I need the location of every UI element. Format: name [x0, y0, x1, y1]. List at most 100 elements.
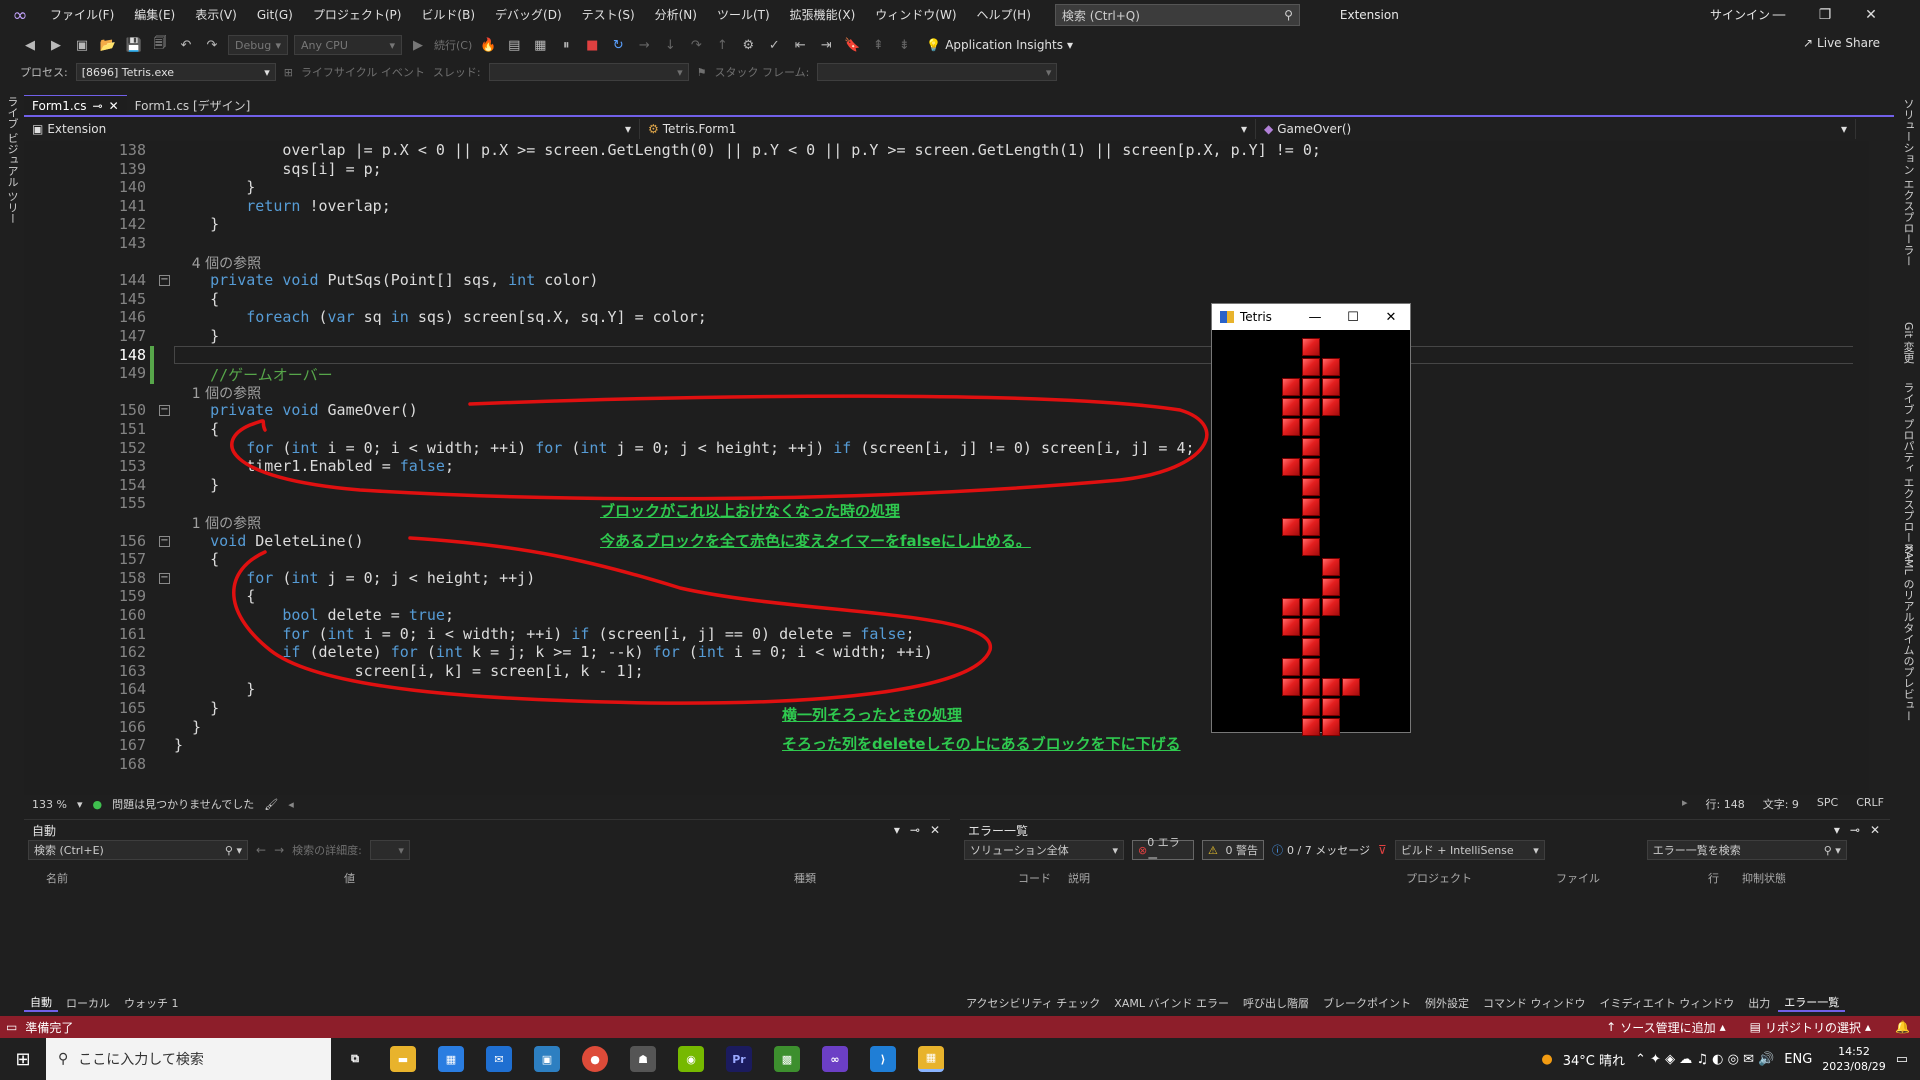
step-icon[interactable]: → [634, 35, 654, 55]
col-code[interactable]: コード [1018, 870, 1051, 886]
code-editor[interactable]: 138 139 140 141 142 143 144 − 145 146 147 148 149 150… [24, 141, 1869, 795]
menu-item[interactable]: ヘルプ(H) [967, 0, 1041, 30]
restore-icon[interactable]: ❐ [1802, 0, 1848, 30]
tetris-maximize-icon[interactable]: ☐ [1334, 304, 1372, 330]
tab-form1-cs[interactable]: Form1.cs ⊸ ✕ [24, 95, 127, 115]
panel-close-icon[interactable]: ✕ [1870, 823, 1880, 837]
bottom-tab[interactable]: 例外設定 [1419, 995, 1475, 1011]
bottom-tab[interactable]: コマンド ウィンドウ [1477, 995, 1592, 1011]
member-select[interactable]: ◆ GameOver() ▾ [1256, 119, 1856, 139]
menu-item[interactable]: 編集(E) [124, 0, 185, 30]
select-repository-button[interactable]: ▤ リポジトリの選択 ▴ [1750, 1019, 1871, 1036]
solution-explorer-tab[interactable]: ソリューション エクスプローラー [1900, 98, 1916, 267]
config-select[interactable]: Debug ▾ [228, 35, 288, 55]
reference-count[interactable]: 1 個の参照 [174, 513, 261, 533]
game-icon[interactable]: ☗ [630, 1046, 656, 1072]
menu-item[interactable]: 分析(N) [645, 0, 707, 30]
pin-icon[interactable]: ⊸ [93, 99, 103, 113]
diagnostics-icon[interactable]: ⚙ [738, 35, 758, 55]
git-changes-tab[interactable]: Git 変更 [1900, 322, 1916, 363]
step-out-icon[interactable]: ↑ [712, 35, 732, 55]
output-icon[interactable]: ▭ [6, 1020, 17, 1034]
tetris-board[interactable] [1212, 330, 1410, 736]
pause-icon[interactable]: ⏸ [556, 35, 576, 55]
task-view-icon[interactable]: ⧉ [342, 1046, 368, 1072]
menu-item[interactable]: 拡張機能(X) [780, 0, 866, 30]
hot-reload-icon[interactable]: 🔥 [478, 35, 498, 55]
save-icon[interactable]: 💾 [124, 35, 144, 55]
bottom-tab[interactable]: エラー一覧 [1778, 994, 1846, 1012]
tetris-window[interactable]: Tetris — ☐ ✕ [1211, 303, 1411, 736]
language-indicator[interactable]: ENG [1784, 1052, 1812, 1067]
new-project-icon[interactable]: ▣ [72, 35, 92, 55]
undo-icon[interactable]: ↶ [176, 35, 196, 55]
uncomment-icon[interactable]: ⇥ [816, 35, 836, 55]
visual-studio-icon[interactable]: ∞ [822, 1046, 848, 1072]
platform-select[interactable]: Any CPU ▾ [294, 35, 402, 55]
xaml-preview-tab[interactable]: XAML のリアルタイムのプレビュー [1900, 544, 1916, 721]
panel-menu-icon[interactable]: ▾ [1834, 823, 1840, 837]
tab-watch1[interactable]: ウォッチ 1 [118, 995, 185, 1011]
browser-link-icon[interactable]: ▤ [504, 35, 524, 55]
bottom-tab[interactable]: 呼び出し階層 [1237, 995, 1315, 1011]
collapse-icon[interactable]: − [159, 405, 170, 417]
reference-count[interactable]: 4 個の参照 [174, 253, 261, 273]
reference-count[interactable]: 1 個の参照 [174, 383, 261, 403]
warnings-filter-button[interactable]: ⚠ 0 警告 [1202, 840, 1264, 860]
back-icon[interactable]: ◀ [20, 35, 40, 55]
bottom-tab[interactable]: ブレークポイント [1317, 995, 1417, 1011]
menu-item[interactable]: ウィンドウ(W) [865, 0, 966, 30]
col-name[interactable]: 名前 [46, 870, 68, 886]
tetris-close-icon[interactable]: ✕ [1372, 304, 1410, 330]
chevron-down-icon[interactable]: ▾ [77, 798, 83, 811]
project-select[interactable]: ▣ Extension ▾ [24, 119, 640, 139]
scroll-left-icon[interactable]: ◂ [288, 798, 294, 811]
forward-icon[interactable]: → [274, 843, 284, 857]
col-project[interactable]: プロジェクト [1406, 870, 1472, 886]
line-indicator[interactable]: 行: 148 [1706, 796, 1745, 812]
menu-item[interactable]: デバッグ(D) [485, 0, 572, 30]
tetris-taskbar-icon[interactable]: ▦ [918, 1046, 944, 1072]
store-icon[interactable]: ▦ [438, 1046, 464, 1072]
brush-icon[interactable]: 🖌 [264, 798, 278, 811]
menu-item[interactable]: ビルド(B) [411, 0, 485, 30]
panel-menu-icon[interactable]: ▾ [894, 823, 900, 837]
lifecycle-label[interactable]: ライフサイクル イベント [301, 64, 425, 80]
whitespace-indicator[interactable]: SPC [1817, 796, 1838, 812]
class-select[interactable]: ⚙ Tetris.Form1 ▾ [640, 119, 1256, 139]
step-over-icon[interactable]: ↷ [686, 35, 706, 55]
col-suppression[interactable]: 抑制状態 [1742, 870, 1786, 886]
tetris-title-bar[interactable]: Tetris — ☐ ✕ [1212, 304, 1410, 330]
filter-icon[interactable]: ⊽ [1378, 843, 1387, 857]
vscode-icon[interactable]: ⟩ [870, 1046, 896, 1072]
minecraft-icon[interactable]: ▩ [774, 1046, 800, 1072]
menu-item[interactable]: Git(G) [247, 0, 303, 30]
step-into-icon[interactable]: ↓ [660, 35, 680, 55]
add-to-source-control-button[interactable]: ↑ ソース管理に追加 ▴ [1606, 1019, 1726, 1036]
issues-status[interactable]: 問題は見つかりませんでした [112, 796, 254, 812]
spell-icon[interactable]: ✓ [764, 35, 784, 55]
notification-center-icon[interactable]: ▭ [1896, 1052, 1908, 1067]
char-indicator[interactable]: 文字: 9 [1763, 796, 1799, 812]
tab-form1-design[interactable]: Form1.cs [デザイン] [127, 95, 259, 115]
weather-text[interactable]: 34°C 晴れ [1563, 1050, 1625, 1069]
prev-bookmark-icon[interactable]: ⇞ [868, 35, 888, 55]
save-all-icon[interactable]: 🗐 [150, 35, 170, 55]
menu-item[interactable]: ツール(T) [707, 0, 780, 30]
collapse-icon[interactable]: − [159, 572, 170, 584]
build-source-select[interactable]: ビルド + IntelliSense ▾ [1394, 840, 1545, 860]
collapse-icon[interactable]: − [159, 275, 170, 287]
tab-autos[interactable]: 自動 [24, 994, 58, 1012]
line-ending-indicator[interactable]: CRLF [1856, 796, 1884, 812]
continue-icon[interactable]: ▶ [408, 35, 428, 55]
messages-filter-button[interactable]: ⓘ 0 / 7 メッセージ [1272, 842, 1370, 858]
search-box[interactable]: 検索 (Ctrl+Q) ⚲ [1054, 4, 1300, 26]
tab-locals[interactable]: ローカル [60, 995, 116, 1011]
search-depth-select[interactable]: ▾ [369, 840, 410, 860]
col-file[interactable]: ファイル [1556, 870, 1600, 886]
premiere-icon[interactable]: Pr [726, 1046, 752, 1072]
stackframe-select[interactable]: ▾ [817, 63, 1058, 81]
errors-filter-button[interactable]: ⊗ 0 エラー [1132, 836, 1194, 865]
comment-icon[interactable]: ⇤ [790, 35, 810, 55]
notifications-icon[interactable]: 🔔 [1895, 1020, 1910, 1034]
